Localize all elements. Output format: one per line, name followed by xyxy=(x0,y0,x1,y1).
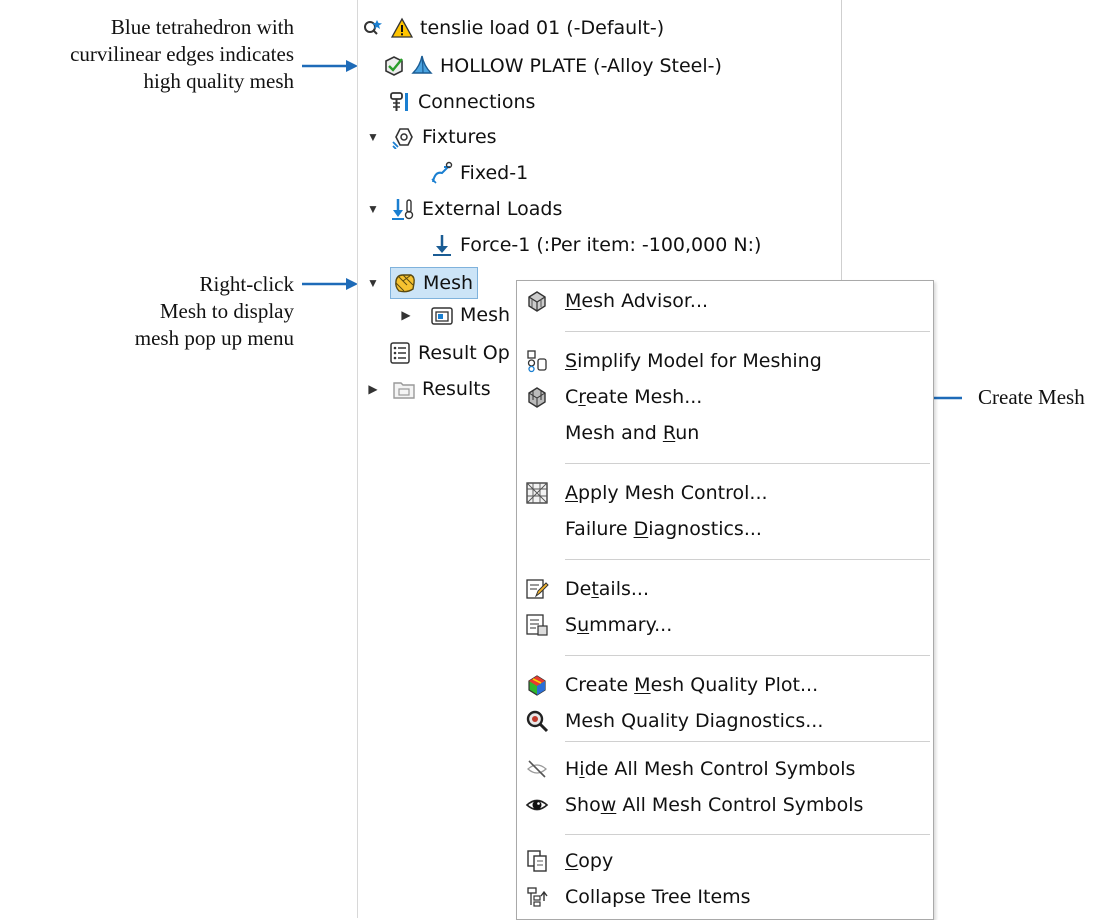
expand-caret-right-icon[interactable]: ▶ xyxy=(399,299,413,331)
menu-item-label: Show All Mesh Control Symbols xyxy=(565,794,864,816)
mesh-control-icon xyxy=(524,480,550,506)
study-icon xyxy=(362,16,386,40)
menu-item-label: Failure Diagnostics... xyxy=(565,518,762,540)
copy-icon xyxy=(524,848,550,874)
tree-item-mesh-child[interactable]: Mesh xyxy=(430,299,510,331)
tree-item-label: Mesh xyxy=(460,304,511,326)
menu-separator xyxy=(565,331,930,332)
mesh-advisor-icon xyxy=(524,288,550,314)
tree-item-label: Connections xyxy=(418,91,536,113)
simplify-model-icon xyxy=(524,348,550,374)
annotation-line: high quality mesh xyxy=(143,69,295,93)
external-loads-icon xyxy=(392,197,416,221)
menu-item-label: Hide All Mesh Control Symbols xyxy=(565,758,856,780)
tree-item-study[interactable]: tenslie load 01 (-Default-) xyxy=(362,12,664,44)
menu-item-label: Apply Mesh Control... xyxy=(565,482,768,504)
menu-item-label: Collapse Tree Items xyxy=(565,886,751,908)
eye-hidden-icon xyxy=(524,756,550,782)
expand-caret-down-icon[interactable]: ▼ xyxy=(366,121,380,153)
summary-icon xyxy=(524,612,550,638)
annotation-line: mesh pop up menu xyxy=(134,326,294,350)
menu-item-label: Simplify Model for Meshing xyxy=(565,350,822,372)
expand-caret-down-icon[interactable]: ▼ xyxy=(366,267,380,299)
force-arrow-icon xyxy=(430,233,454,257)
blue-tetrahedron-icon xyxy=(410,54,434,78)
menu-item-mesh-quality-diagnostics[interactable]: Mesh Quality Diagnostics... xyxy=(517,703,933,739)
menu-item-details[interactable]: Details... xyxy=(517,571,933,607)
tree-item-connections[interactable]: Connections xyxy=(388,86,535,118)
annotation-arrow-middle xyxy=(302,278,358,290)
expand-caret-right-icon[interactable]: ▶ xyxy=(366,373,380,405)
fixed-geometry-icon xyxy=(430,161,454,185)
menu-separator xyxy=(565,559,930,560)
menu-item-label: Mesh Advisor... xyxy=(565,290,709,312)
tree-item-label: Result Op xyxy=(418,342,510,364)
collapse-tree-icon xyxy=(524,884,550,910)
mesh-icon xyxy=(393,271,417,295)
menu-item-label: Copy xyxy=(565,850,614,872)
tree-item-label: Force-1 (:Per item: -100,000 N:) xyxy=(460,234,762,256)
tree-item-part[interactable]: HOLLOW PLATE (-Alloy Steel-) xyxy=(382,50,722,82)
tree-item-force-1[interactable]: Force-1 (:Per item: -100,000 N:) xyxy=(430,229,761,261)
annotation-line: Mesh to display xyxy=(159,299,294,323)
menu-item-mesh-advisor[interactable]: Mesh Advisor... xyxy=(517,283,933,319)
annotation-arrow-top xyxy=(302,60,358,72)
tree-item-label: Mesh xyxy=(423,272,474,294)
menu-separator xyxy=(565,741,930,742)
tree-item-label: Results xyxy=(422,378,491,400)
results-folder-icon xyxy=(392,377,416,401)
magnifier-diagnostics-icon xyxy=(524,708,550,734)
tree-item-label: Fixed-1 xyxy=(460,162,529,184)
menu-separator xyxy=(565,655,930,656)
menu-item-label: Create Mesh Quality Plot... xyxy=(565,674,819,696)
tree-item-label: HOLLOW PLATE (-Alloy Steel-) xyxy=(440,55,722,77)
menu-item-simplify-model[interactable]: Simplify Model for Meshing xyxy=(517,343,933,379)
menu-separator xyxy=(565,834,930,835)
menu-item-hide-mesh-control-symbols[interactable]: Hide All Mesh Control Symbols xyxy=(517,751,933,787)
part-check-icon xyxy=(382,54,406,78)
annotation-line: Right-click xyxy=(199,272,294,296)
menu-item-collapse-tree-items[interactable]: Collapse Tree Items xyxy=(517,879,933,915)
tree-item-mesh[interactable]: Mesh xyxy=(390,267,479,299)
create-mesh-icon xyxy=(524,384,550,410)
menu-item-label: Create Mesh... xyxy=(565,386,703,408)
folder-icon xyxy=(430,303,454,327)
tree-item-results[interactable]: Results xyxy=(392,373,491,405)
menu-item-apply-mesh-control[interactable]: Apply Mesh Control... xyxy=(517,475,933,511)
menu-item-summary[interactable]: Summary... xyxy=(517,607,933,643)
menu-item-label: Summary... xyxy=(565,614,673,636)
menu-item-show-mesh-control-symbols[interactable]: Show All Mesh Control Symbols xyxy=(517,787,933,823)
annotation-line: Blue tetrahedron with xyxy=(110,15,294,39)
annotation-high-quality-mesh: Blue tetrahedron with curvilinear edges … xyxy=(0,14,294,95)
menu-item-create-mesh-quality-plot[interactable]: Create Mesh Quality Plot... xyxy=(517,667,933,703)
annotation-line: curvilinear edges indicates xyxy=(70,42,294,66)
annotation-create-mesh: Create Mesh xyxy=(978,385,1085,409)
tree-item-label: External Loads xyxy=(422,198,563,220)
menu-item-label: Details... xyxy=(565,578,649,600)
tree-item-label: tenslie load 01 (-Default-) xyxy=(420,17,665,39)
menu-item-label: Mesh and Run xyxy=(565,422,700,444)
fixtures-icon xyxy=(392,125,416,149)
menu-separator xyxy=(565,463,930,464)
connections-icon xyxy=(388,90,412,114)
annotation-right-click: Right-click Mesh to display mesh pop up … xyxy=(0,271,294,352)
tree-item-fixtures[interactable]: Fixtures xyxy=(392,121,497,153)
tree-item-result-options[interactable]: Result Op xyxy=(388,337,510,369)
mesh-context-menu: Mesh Advisor... Simplify Model for Meshi… xyxy=(516,280,934,920)
tree-item-external-loads[interactable]: External Loads xyxy=(392,193,562,225)
eye-icon xyxy=(524,792,550,818)
mesh-quality-plot-icon xyxy=(524,672,550,698)
menu-item-failure-diagnostics[interactable]: Failure Diagnostics... xyxy=(517,511,933,547)
menu-item-create-mesh[interactable]: Create Mesh... xyxy=(517,379,933,415)
menu-item-mesh-and-run[interactable]: Mesh and Run xyxy=(517,415,933,451)
expand-caret-down-icon[interactable]: ▼ xyxy=(366,193,380,225)
menu-item-label: Mesh Quality Diagnostics... xyxy=(565,710,824,732)
details-edit-icon xyxy=(524,576,550,602)
tree-item-label: Fixtures xyxy=(422,126,497,148)
result-options-icon xyxy=(388,341,412,365)
menu-item-copy[interactable]: Copy xyxy=(517,843,933,879)
tree-item-fixed-1[interactable]: Fixed-1 xyxy=(430,157,528,189)
warning-icon xyxy=(390,16,414,40)
